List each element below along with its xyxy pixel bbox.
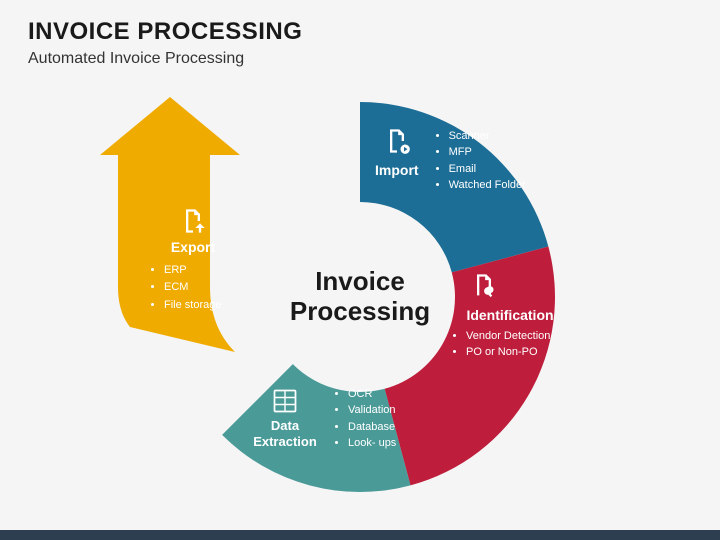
export-label: Export (138, 239, 248, 255)
identification-label: Identification (450, 307, 570, 323)
file-import-icon (383, 127, 411, 155)
export-item: File storage (164, 298, 248, 313)
identification-text-block: Identification Vendor Detection PO or No… (450, 272, 570, 362)
page-title: INVOICE PROCESSING (28, 18, 692, 46)
footer-bar (0, 530, 720, 540)
identification-item: PO or Non-PO (466, 345, 570, 359)
import-item: MFP (449, 145, 526, 159)
form-icon (271, 387, 299, 415)
export-item: ECM (164, 280, 248, 295)
extraction-item: Database (348, 420, 396, 434)
import-item: Email (449, 162, 526, 176)
file-search-icon (470, 272, 498, 300)
import-text-block: Import Scanner MFP Email Watched Folder (375, 127, 555, 194)
identification-item: Vendor Detection (466, 329, 570, 343)
import-item: Scanner (449, 129, 526, 143)
file-upload-icon (179, 207, 207, 235)
import-item: Watched Folder (449, 178, 526, 192)
extraction-text-block: Data Extraction OCR Validation Database … (250, 387, 450, 455)
export-item: ERP (164, 263, 248, 278)
center-line2: Processing (290, 297, 430, 327)
process-diagram: Export ERP ECM File storage Import Scann… (120, 57, 600, 537)
extraction-label: Data Extraction (250, 418, 320, 449)
extraction-item: Look- ups (348, 436, 396, 450)
center-line1: Invoice (290, 267, 430, 297)
export-text-block: Export ERP ECM File storage (138, 207, 248, 315)
import-label: Import (375, 162, 419, 178)
center-label: Invoice Processing (290, 267, 430, 327)
extraction-item: OCR (348, 387, 396, 401)
extraction-item: Validation (348, 403, 396, 417)
